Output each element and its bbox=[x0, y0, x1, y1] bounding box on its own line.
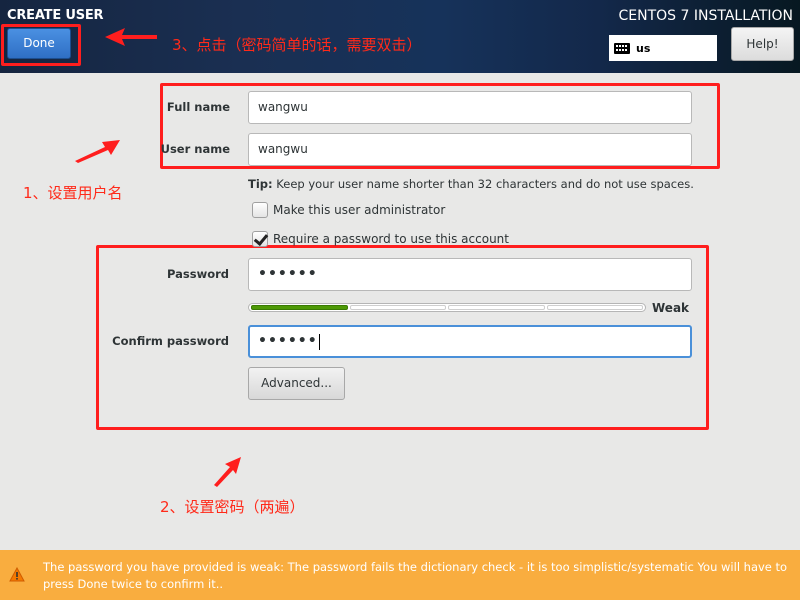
password-input[interactable]: •••••• bbox=[248, 258, 692, 291]
help-button[interactable]: Help! bbox=[731, 27, 794, 61]
advanced-button[interactable]: Advanced... bbox=[248, 367, 345, 400]
warning-icon bbox=[9, 567, 25, 582]
annotation-step2: 2、设置密码（两遍） bbox=[160, 498, 305, 516]
confirm-password-label: Confirm password bbox=[112, 334, 229, 348]
password-label: Password bbox=[167, 267, 229, 281]
user-name-label: User name bbox=[160, 142, 230, 156]
require-password-checkbox[interactable] bbox=[252, 231, 268, 247]
annotation-step1: 1、设置用户名 bbox=[23, 184, 123, 202]
strength-segment bbox=[448, 305, 545, 310]
tip-text: Keep your user name shorter than 32 char… bbox=[276, 177, 694, 191]
admin-checkbox[interactable] bbox=[252, 202, 268, 218]
full-name-input[interactable]: wangwu bbox=[248, 91, 692, 124]
keyboard-layout-indicator[interactable]: us bbox=[609, 35, 717, 61]
password-strength-meter bbox=[248, 303, 646, 312]
annotation-arrow-step3 bbox=[105, 28, 157, 46]
user-name-input[interactable]: wangwu bbox=[248, 133, 692, 166]
page-title: CREATE USER bbox=[7, 8, 104, 23]
warning-bar[interactable]: The password you have provided is weak: … bbox=[0, 550, 800, 600]
strength-segment bbox=[251, 305, 348, 310]
full-name-label: Full name bbox=[166, 100, 230, 114]
annotation-arrow-step1 bbox=[75, 140, 120, 163]
admin-checkbox-row[interactable]: Make this user administrator bbox=[252, 202, 445, 218]
require-password-checkbox-row[interactable]: Require a password to use this account bbox=[252, 231, 509, 247]
keyboard-icon bbox=[614, 42, 630, 54]
tip-prefix: Tip: bbox=[248, 177, 273, 191]
warning-message: The password you have provided is weak: … bbox=[43, 560, 788, 591]
strength-segment bbox=[349, 305, 446, 310]
annotation-box-done bbox=[1, 24, 81, 66]
confirm-password-value: •••••• bbox=[258, 333, 318, 349]
annotation-step3: 3、点击（密码简单的话，需要双击） bbox=[172, 36, 422, 54]
strength-segment bbox=[546, 305, 643, 310]
confirm-password-input[interactable]: •••••• bbox=[248, 325, 692, 358]
strength-label: Weak bbox=[652, 301, 690, 315]
installation-title: CENTOS 7 INSTALLATION bbox=[618, 8, 793, 24]
text-caret bbox=[318, 333, 320, 350]
annotation-arrow-step2 bbox=[214, 457, 241, 487]
require-password-label: Require a password to use this account bbox=[273, 232, 509, 246]
password-value: •••••• bbox=[258, 266, 318, 282]
keyboard-layout-label: us bbox=[636, 41, 651, 55]
username-tip: Tip: Keep your user name shorter than 32… bbox=[248, 177, 694, 191]
admin-checkbox-label: Make this user administrator bbox=[273, 203, 446, 217]
